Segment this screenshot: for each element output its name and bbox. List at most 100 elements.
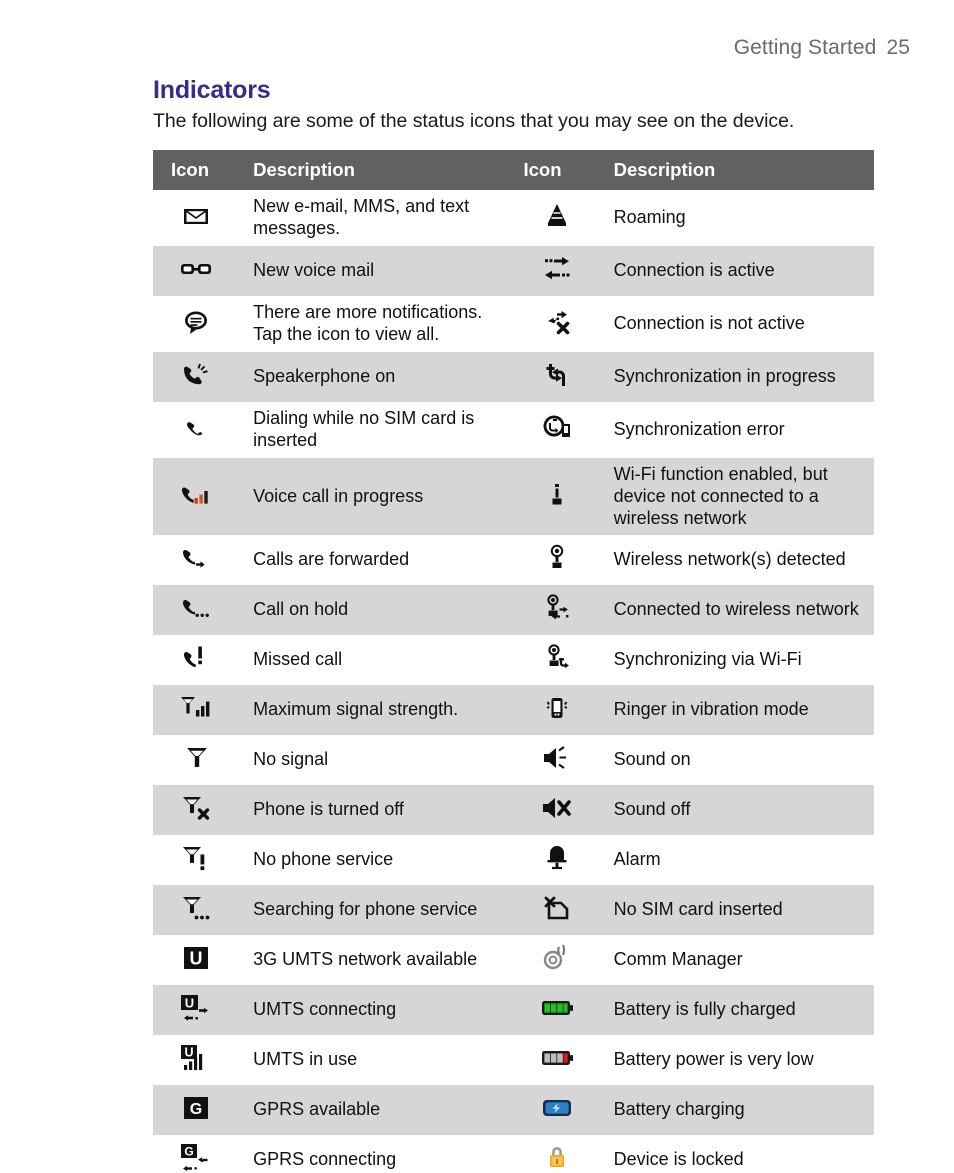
wireless-networks-detected-icon xyxy=(534,541,580,575)
notifications-balloon-icon xyxy=(173,305,219,339)
svg-text:G: G xyxy=(190,1101,202,1118)
svg-text:U: U xyxy=(190,949,203,969)
description-cell-left: There are more notifications. Tap the ic… xyxy=(253,301,483,344)
description-cell-right: Sound off xyxy=(599,785,874,836)
sound-on-icon xyxy=(534,741,580,775)
table-row: Voice call in progress Wi-Fi function ena… xyxy=(153,457,874,536)
table-row: No phone service Alarm xyxy=(153,835,874,885)
description-cell-left: Voice call in progress xyxy=(239,457,514,536)
icon-cell-left: G xyxy=(153,1084,240,1135)
description-cell-right: Connection is active xyxy=(599,245,874,296)
icon-cell-left xyxy=(153,785,240,836)
umts-connecting-icon: U xyxy=(173,991,219,1025)
umts-in-use-icon: U xyxy=(173,1041,219,1075)
battery-full-icon xyxy=(534,991,580,1025)
icon-cell-right xyxy=(513,1135,599,1173)
icon-cell-left xyxy=(153,585,240,636)
description-cell-right: Device is locked xyxy=(613,1148,744,1169)
page-title: Indicators xyxy=(153,76,271,104)
icon-cell-right xyxy=(513,1084,600,1135)
icon-cell-left: U xyxy=(153,1035,239,1085)
description-cell-right: Wi-Fi function enabled, but device not c… xyxy=(599,457,874,536)
voice-call-in-progress-icon xyxy=(173,478,219,512)
icon-cell-left xyxy=(153,402,239,458)
description-cell-left: 3G UMTS network available xyxy=(253,949,478,970)
table-row: G GPRS available Battery charging xyxy=(153,1084,874,1135)
table-row: Calls are forwarded Wireless network(s) d… xyxy=(153,535,874,585)
connected-to-wireless-network-icon xyxy=(534,591,580,625)
call-on-hold-icon xyxy=(173,591,219,625)
icon-cell-right xyxy=(513,835,599,885)
connection-active-arrows-icon xyxy=(534,252,580,286)
column-header-description-right: Description xyxy=(599,150,874,190)
icon-cell-right xyxy=(513,245,600,296)
table-row: New e-mail, MMS, and text messages. Roami… xyxy=(153,190,874,246)
sound-off-icon xyxy=(534,791,580,825)
icon-cell-left xyxy=(153,296,239,352)
battery-charging-icon xyxy=(534,1091,580,1125)
column-header-description-left: Description xyxy=(239,150,514,190)
description-cell-right: Battery charging xyxy=(599,1084,874,1135)
description-cell-left: Dialing while no SIM card is inserted xyxy=(253,407,475,450)
comm-manager-icon xyxy=(534,941,580,975)
description-cell-right: Wireless network(s) detected xyxy=(613,549,846,570)
icon-cell-left xyxy=(153,190,239,246)
indicators-table-body: New e-mail, MMS, and text messages. Roami… xyxy=(153,190,874,1173)
description-cell-right: Alarm xyxy=(613,849,661,870)
maximum-signal-strength-icon xyxy=(173,691,219,725)
icon-cell-right xyxy=(513,635,599,685)
speakerphone-icon xyxy=(173,358,219,392)
icon-cell-right xyxy=(513,585,600,636)
table-row: Call on hold Connected to wireless networ… xyxy=(153,585,874,636)
icon-cell-right xyxy=(513,402,599,458)
running-head-section: Getting Started xyxy=(733,36,877,59)
icon-cell-left xyxy=(153,245,240,296)
description-cell-left: Speakerphone on xyxy=(239,351,514,402)
table-row: U 3G UMTS network available Comm Manager xyxy=(153,935,874,985)
device-locked-icon xyxy=(534,1141,580,1173)
roaming-triangle-icon xyxy=(534,199,580,233)
table-row: Missed call Synchronizing via Wi-Fi xyxy=(153,635,874,685)
column-header-icon-right: Icon xyxy=(513,150,600,190)
description-cell-right: Comm Manager xyxy=(613,949,743,970)
description-cell-left: No signal xyxy=(253,749,329,770)
missed-call-icon xyxy=(173,641,219,675)
table-row: There are more notifications. Tap the ic… xyxy=(153,296,874,352)
description-cell-left: Maximum signal strength. xyxy=(239,685,514,736)
envelope-icon xyxy=(173,199,219,233)
table-row: New voice mail Connection is active xyxy=(153,245,874,296)
connection-inactive-arrows-icon xyxy=(534,305,580,339)
svg-text:U: U xyxy=(185,1046,194,1060)
icon-cell-right xyxy=(513,685,600,736)
battery-low-icon xyxy=(534,1041,580,1075)
icon-cell-right xyxy=(513,190,599,246)
description-cell-left: GPRS connecting xyxy=(253,1148,397,1169)
icon-cell-right xyxy=(513,735,599,785)
description-cell-left: UMTS connecting xyxy=(239,985,514,1036)
description-cell-right: Connection is not active xyxy=(613,312,805,333)
synchronizing-via-wifi-icon xyxy=(534,641,580,675)
icon-cell-left xyxy=(153,351,240,402)
icon-cell-right xyxy=(513,535,599,585)
table-row: Dialing while no SIM card is inserted Syn… xyxy=(153,402,874,458)
voicemail-tape-icon xyxy=(173,252,219,286)
table-row: U UMTS connecting Battery is fully charged xyxy=(153,985,874,1036)
table-row: Phone is turned off Sound off xyxy=(153,785,874,836)
description-cell-right: Sound on xyxy=(613,749,691,770)
table-row: Speakerphone on Synchronization in progre… xyxy=(153,351,874,402)
icon-cell-left xyxy=(153,635,239,685)
description-cell-right: Roaming xyxy=(613,206,686,227)
dialing-no-sim-icon xyxy=(173,411,219,445)
no-signal-icon xyxy=(173,741,219,775)
icon-cell-left: G xyxy=(153,1135,239,1173)
no-phone-service-icon xyxy=(173,841,219,875)
svg-text:G: G xyxy=(184,1144,193,1158)
column-header-icon-left: Icon xyxy=(153,150,240,190)
description-cell-right: Synchronizing via Wi-Fi xyxy=(613,649,802,670)
sync-error-icon xyxy=(534,411,580,445)
table-row: Maximum signal strength. Ringer in vibrat… xyxy=(153,685,874,736)
icon-cell-right xyxy=(513,985,600,1036)
description-cell-left: New e-mail, MMS, and text messages. xyxy=(253,196,470,238)
indicators-table: Icon Description Icon Description New e-… xyxy=(153,150,874,1173)
description-cell-right: Battery power is very low xyxy=(613,1049,814,1070)
